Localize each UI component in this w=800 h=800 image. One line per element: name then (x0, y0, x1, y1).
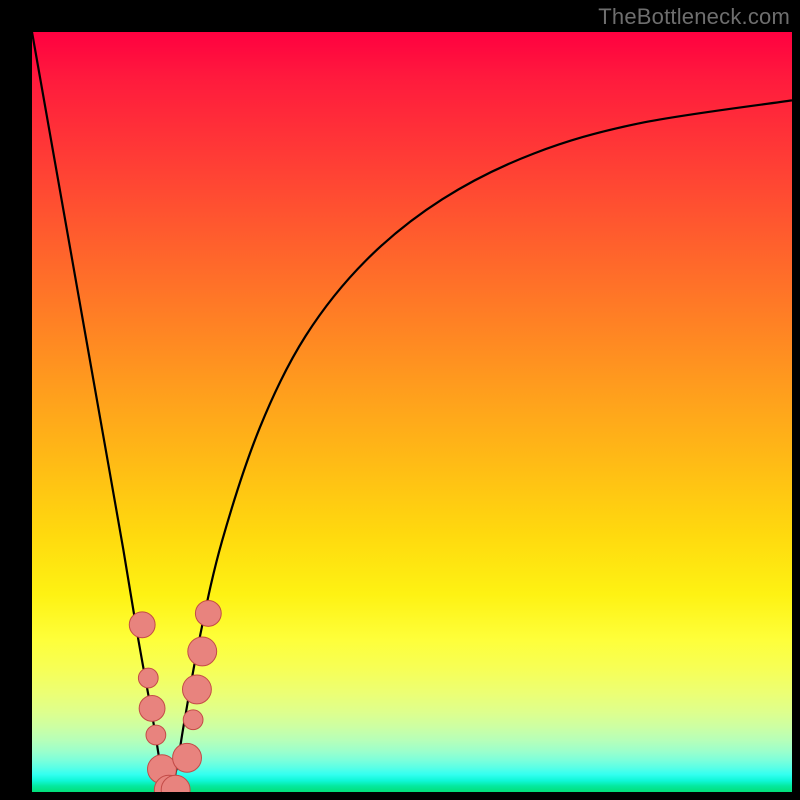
data-markers (129, 600, 221, 792)
data-marker (195, 600, 221, 626)
data-marker (183, 710, 203, 730)
plot-area (32, 32, 792, 792)
data-marker (139, 695, 165, 721)
data-marker (138, 668, 158, 688)
data-marker (188, 637, 217, 666)
data-marker (129, 612, 155, 638)
data-marker (182, 675, 211, 704)
watermark-text: TheBottleneck.com (598, 4, 790, 30)
chart-frame: TheBottleneck.com (0, 0, 800, 800)
data-marker (173, 743, 202, 772)
curve-layer (32, 32, 792, 792)
data-marker (146, 725, 166, 745)
